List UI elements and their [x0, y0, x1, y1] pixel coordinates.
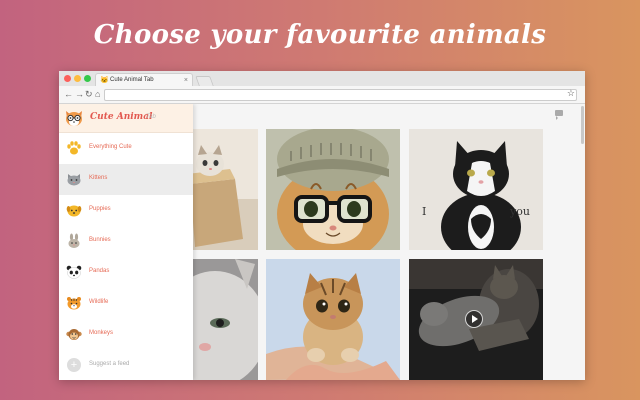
sidebar-item-label: Puppies [89, 206, 111, 212]
gallery-tile-tuxedo-cat[interactable]: I you [409, 129, 543, 250]
sidebar-item-label: Bunnies [89, 237, 111, 243]
home-icon[interactable]: ⌂ [95, 89, 100, 99]
title-bar: 🐱 Cute Animal Tab × [59, 71, 585, 86]
bookmark-star-icon[interactable]: ☆ [567, 88, 575, 98]
brand-header: Cute Animal Tab [59, 104, 193, 133]
white-cat-image [185, 259, 258, 380]
kitten-in-hand-image [266, 259, 400, 380]
address-bar[interactable] [104, 89, 577, 101]
tuxedo-cat-image [409, 129, 543, 250]
kitten-hat-glasses-image [266, 129, 400, 250]
panda-icon [66, 265, 82, 279]
kitten-icon [67, 174, 81, 186]
photo-caption-i: I [422, 205, 427, 218]
browser-toolbar: ← → ↻ ⌂ ☆ [59, 86, 585, 104]
headline: Choose your favourite animals [93, 20, 547, 50]
gallery-tile-white-cat[interactable] [185, 259, 258, 380]
minimize-window-button[interactable] [74, 75, 81, 82]
sidebar-item-label: Monkeys [89, 330, 114, 336]
cat-favicon-icon: 🐱 [100, 77, 109, 84]
gallery-tile-kitten-in-hand[interactable] [266, 259, 400, 380]
sidebar-item-pandas[interactable]: Pandas [59, 257, 193, 288]
sidebar-item-everything-cute[interactable]: Everything Cute [59, 133, 193, 164]
sidebar-item-label: Pandas [89, 268, 110, 274]
brand-name: Cute Animal [90, 112, 153, 122]
play-video-button[interactable] [465, 310, 483, 328]
new-tab-button[interactable] [195, 76, 214, 86]
feedback-chat-icon[interactable] [555, 110, 563, 120]
sidebar-item-label: Kittens [89, 175, 108, 181]
sidebar-item-bunnies[interactable]: Bunnies [59, 226, 193, 257]
tiger-icon [67, 297, 81, 310]
sidebar-item-label: Everything Cute [89, 144, 132, 150]
puppy-icon [66, 205, 82, 217]
page-content: Cute Animal Tab Everything Cute Kittens … [59, 104, 585, 380]
forward-icon[interactable]: → [75, 89, 84, 99]
bunny-icon [68, 233, 80, 248]
paw-icon [67, 141, 81, 155]
tab-title: Cute Animal Tab [110, 77, 154, 83]
sidebar-item-kittens[interactable]: Kittens [59, 164, 193, 195]
sidebar: Cute Animal Tab Everything Cute Kittens … [59, 104, 193, 380]
reload-icon[interactable]: ↻ [85, 89, 93, 99]
gallery-tile-kitten-in-box[interactable] [185, 129, 258, 250]
suggest-feed-label: Suggest a feed [89, 361, 130, 367]
scrollbar[interactable] [581, 106, 584, 144]
gallery: I you [185, 104, 585, 380]
back-icon[interactable]: ← [64, 89, 73, 99]
sidebar-item-monkeys[interactable]: Monkeys [59, 319, 193, 350]
monkey-icon [66, 329, 82, 340]
plus-icon: + [67, 358, 81, 372]
fox-glasses-logo-icon [66, 111, 82, 126]
browser-tab[interactable]: 🐱 Cute Animal Tab × [95, 73, 193, 86]
suggest-feed-button[interactable]: + Suggest a feed [59, 350, 193, 380]
photo-caption-you: you [510, 205, 530, 218]
brand-suffix: Tab [146, 114, 156, 120]
sidebar-item-wildlife[interactable]: Wildlife [59, 288, 193, 319]
sidebar-item-label: Wildlife [89, 299, 109, 305]
sidebar-item-puppies[interactable]: Puppies [59, 195, 193, 226]
gallery-tile-cats-video[interactable] [409, 259, 543, 380]
browser-window: 🐱 Cute Animal Tab × ← → ↻ ⌂ ☆ Cute Anima… [59, 71, 585, 380]
gallery-tile-kitten-hat-glasses[interactable] [266, 129, 400, 250]
kitten-in-box-image [185, 129, 258, 250]
close-window-button[interactable] [64, 75, 71, 82]
maximize-window-button[interactable] [84, 75, 91, 82]
